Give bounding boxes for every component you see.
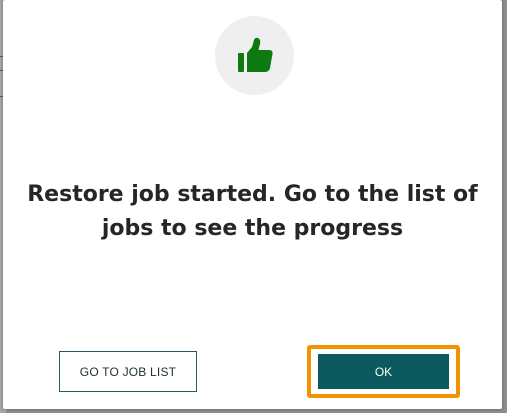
icon-badge [215, 16, 294, 95]
restore-started-dialog: Restore job started. Go to the list of j… [3, 0, 502, 409]
go-to-job-list-button[interactable]: GO TO JOB LIST [59, 351, 197, 392]
dialog-message: Restore job started. Go to the list of j… [27, 182, 478, 241]
ok-button[interactable]: OK [318, 354, 449, 389]
thumbs-up-icon [237, 37, 273, 72]
ok-button-focus-ring: OK [307, 345, 460, 398]
